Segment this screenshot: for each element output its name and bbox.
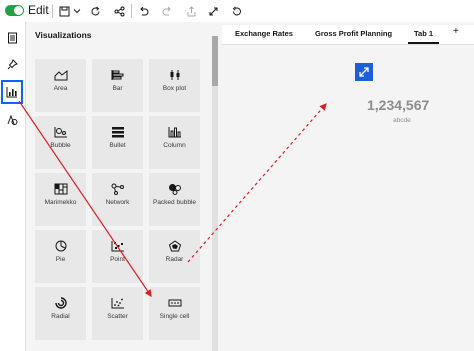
tile-bar[interactable]: Bar xyxy=(92,59,143,112)
left-rail xyxy=(0,26,24,351)
data-icon[interactable] xyxy=(2,110,22,130)
tile-area[interactable]: Area xyxy=(35,59,86,112)
edit-toggle[interactable] xyxy=(5,5,24,16)
toolbar-divider xyxy=(52,4,53,18)
tab-gross-profit-planning[interactable]: Gross Profit Planning xyxy=(315,29,392,38)
tile-label: Pie xyxy=(55,256,66,263)
tile-radar[interactable]: Radar xyxy=(149,230,200,283)
edit-label: Edit xyxy=(28,3,49,17)
chevron-down-icon[interactable] xyxy=(68,2,86,20)
bullet-chart-icon xyxy=(111,127,124,138)
reset-icon[interactable] xyxy=(227,2,245,20)
tile-column[interactable]: Column xyxy=(149,116,200,169)
tile-label: Bullet xyxy=(109,142,126,149)
tile-bubble[interactable]: Bubble xyxy=(35,116,86,169)
scrollbar-thumb[interactable] xyxy=(212,36,218,86)
tile-bullet[interactable]: Bullet xyxy=(92,116,143,169)
pin-icon[interactable] xyxy=(2,54,22,74)
tile-scatter[interactable]: Scatter xyxy=(92,287,143,340)
tile-label: Packed bubble xyxy=(152,199,196,206)
bar-chart-icon xyxy=(111,70,123,80)
tile-point[interactable]: Point xyxy=(92,230,143,283)
tab-tab-1[interactable]: Tab 1 xyxy=(407,29,440,44)
point-chart-icon xyxy=(111,241,124,252)
network-icon xyxy=(111,183,124,195)
export-icon[interactable] xyxy=(182,2,200,20)
fullscreen-icon[interactable] xyxy=(204,2,222,20)
tile-label: Marimekko xyxy=(44,199,77,206)
tile-label: Bar xyxy=(112,85,123,92)
tile-label: Radial xyxy=(51,313,70,320)
refresh-icon[interactable] xyxy=(86,2,104,20)
panel-title: Visualizations xyxy=(35,30,92,40)
radar-chart-icon xyxy=(168,240,181,252)
tile-box-plot[interactable]: Box plot xyxy=(149,59,200,112)
tile-network[interactable]: Network xyxy=(92,173,143,226)
tab-bar: Exchange Rates Gross Profit Planning Tab… xyxy=(222,25,474,45)
dashboard-board xyxy=(224,45,470,351)
bubble-chart-icon xyxy=(54,127,67,138)
toolbar-divider xyxy=(131,4,132,18)
packed-bubble-icon xyxy=(168,184,181,195)
tile-label: Column xyxy=(163,142,186,149)
add-tab-button[interactable]: + xyxy=(453,26,459,37)
tile-marimekko[interactable]: Marimekko xyxy=(35,173,86,226)
column-chart-icon xyxy=(168,127,181,138)
area-chart-icon xyxy=(54,69,67,81)
tile-label: Radar xyxy=(165,256,184,263)
tile-label: Box plot xyxy=(162,85,187,92)
tile-single-cell[interactable]: Single cell xyxy=(149,287,200,340)
expand-icon[interactable] xyxy=(355,63,373,81)
tile-label: Single cell xyxy=(159,313,190,320)
scatter-chart-icon xyxy=(111,298,124,309)
tile-label: Network xyxy=(105,199,130,206)
tab-exchange-rates[interactable]: Exchange Rates xyxy=(235,29,293,38)
single-cell-icon xyxy=(168,299,181,307)
share-icon[interactable] xyxy=(110,2,128,20)
kpi-value: 1,234,567 xyxy=(367,97,430,113)
undo-icon[interactable] xyxy=(134,2,152,20)
toolbar: Edit xyxy=(0,0,474,22)
visualizations-icon[interactable] xyxy=(1,80,23,104)
pie-chart-icon xyxy=(55,240,66,252)
redo-icon[interactable] xyxy=(158,2,176,20)
radial-chart-icon xyxy=(54,297,67,309)
box-plot-icon xyxy=(170,70,179,80)
tile-pie[interactable]: Pie xyxy=(35,230,86,283)
pages-icon[interactable] xyxy=(2,28,22,48)
tile-label: Point xyxy=(110,256,125,263)
tile-label: Bubble xyxy=(50,142,71,149)
tile-packed-bubble[interactable]: Packed bubble xyxy=(149,173,200,226)
tile-radial[interactable]: Radial xyxy=(35,287,86,340)
marimekko-icon xyxy=(54,183,67,195)
tile-label: Scatter xyxy=(107,313,128,320)
kpi-subtitle: abcde xyxy=(393,117,411,124)
tile-label: Area xyxy=(53,85,68,92)
